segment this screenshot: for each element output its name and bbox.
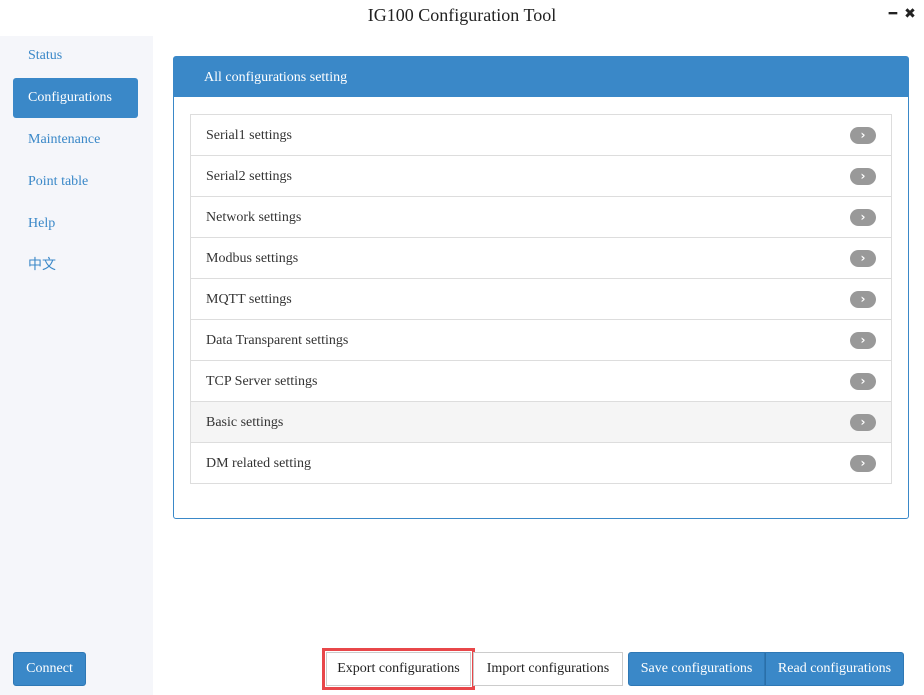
chevron-right-icon: › <box>850 209 876 226</box>
close-icon[interactable]: ✖ <box>903 6 917 22</box>
chevron-right-icon: › <box>850 414 876 431</box>
chevron-right-icon: › <box>850 291 876 308</box>
chevron-right-icon: › <box>850 250 876 267</box>
chevron-right-icon: › <box>850 127 876 144</box>
connect-button[interactable]: Connect <box>13 652 86 686</box>
chevron-right-icon: › <box>850 168 876 185</box>
list-item-label: MQTT settings <box>206 292 292 307</box>
list-item-basic[interactable]: Basic settings › <box>191 402 891 443</box>
chevron-right-icon: › <box>850 455 876 472</box>
settings-list: Serial1 settings › Serial2 settings › Ne… <box>190 114 892 484</box>
list-item-network[interactable]: Network settings › <box>191 197 891 238</box>
minimize-icon[interactable]: ━ <box>886 6 900 22</box>
sidebar-item-status[interactable]: Status <box>13 36 138 76</box>
sidebar-item-help[interactable]: Help <box>13 204 138 244</box>
sidebar-item-language[interactable]: 中文 <box>13 246 138 286</box>
list-item-serial1[interactable]: Serial1 settings › <box>191 115 891 156</box>
list-item-label: Network settings <box>206 210 302 225</box>
chevron-right-icon: › <box>850 373 876 390</box>
save-configurations-button[interactable]: Save configurations <box>628 652 765 686</box>
list-item-data-transparent[interactable]: Data Transparent settings › <box>191 320 891 361</box>
window-title: IG100 Configuration Tool <box>367 5 557 25</box>
sidebar-item-configurations[interactable]: Configurations <box>13 78 138 118</box>
read-configurations-button[interactable]: Read configurations <box>765 652 904 686</box>
sidebar-item-maintenance[interactable]: Maintenance <box>13 120 138 160</box>
panel-heading: All configurations setting <box>174 57 908 97</box>
list-item-label: Data Transparent settings <box>206 333 349 348</box>
main-content: All configurations setting Serial1 setti… <box>153 36 924 695</box>
chevron-right-icon: › <box>850 332 876 349</box>
list-item-dm-related[interactable]: DM related setting › <box>191 443 891 484</box>
list-item-label: Serial2 settings <box>206 169 292 184</box>
list-item-serial2[interactable]: Serial2 settings › <box>191 156 891 197</box>
title-bar: IG100 Configuration Tool ━ ✖ <box>0 0 924 36</box>
configurations-panel: All configurations setting Serial1 setti… <box>173 56 909 519</box>
sidebar-item-point-table[interactable]: Point table <box>13 162 138 202</box>
export-configurations-button[interactable]: Export configurations <box>322 648 475 690</box>
list-item-label: Serial1 settings <box>206 128 292 143</box>
list-item-tcp-server[interactable]: TCP Server settings › <box>191 361 891 402</box>
list-item-mqtt[interactable]: MQTT settings › <box>191 279 891 320</box>
sidebar: Status Configurations Maintenance Point … <box>0 36 153 695</box>
list-item-label: DM related setting <box>206 456 311 471</box>
list-item-label: TCP Server settings <box>206 374 318 389</box>
list-item-label: Modbus settings <box>206 251 299 266</box>
list-item-label: Basic settings <box>206 415 284 430</box>
list-item-modbus[interactable]: Modbus settings › <box>191 238 891 279</box>
import-configurations-button[interactable]: Import configurations <box>473 652 623 686</box>
